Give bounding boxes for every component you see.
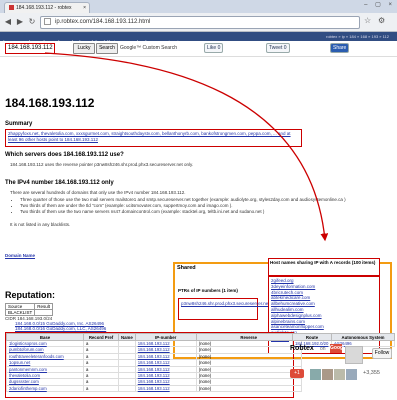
table-cell: (none) [195, 384, 302, 393]
gplus-brand-icon[interactable]: Google+ [330, 344, 350, 353]
follower-avatars [310, 367, 360, 380]
like-label: Like [207, 45, 217, 51]
divider [0, 56, 397, 57]
host-table: Base Record Pref Name IP-number Reverse … [6, 333, 302, 393]
table-header: Autonomous System [331, 333, 395, 341]
ipv4-bullet-list: Three quarter of those use the two mail … [10, 197, 375, 215]
like-count: 0 [217, 45, 221, 51]
domain-name-link[interactable]: Domain Name [5, 253, 35, 259]
follower-count: +3,355 [363, 370, 380, 376]
table-cell: a [83, 384, 119, 393]
tweet-button[interactable]: Tweet 0 [266, 43, 290, 53]
tweet-count: 0 [283, 45, 287, 51]
servers-text: 184.168.193.112 uses the reverse pointer… [10, 162, 194, 167]
table-header: Record Pref [83, 333, 119, 341]
gplus-widget: Robtex on Google+ Follow +1 +3,355 [290, 344, 392, 395]
url-text: ip.robtex.com/184.168.193.112.html [55, 19, 151, 25]
table-header: Route [292, 333, 332, 341]
facebook-like-button[interactable]: Like 0 [204, 43, 224, 53]
reputation-heading: Reputation: [5, 290, 55, 300]
avatar [334, 369, 345, 380]
summary-box: 2happyfoxs.net, thevaletolia.com, xxxsgu… [5, 129, 302, 147]
browser-tab-bar: 184.168.193.112 - robtex × – ▢ × [0, 0, 397, 14]
lucky-button[interactable]: Lucky [73, 43, 95, 54]
table-cell[interactable]: 184.168.193.112 [134, 384, 197, 393]
list-item: Two thirds of them use the two name serv… [20, 209, 375, 215]
summary-text[interactable]: 2happyfoxs.net, thevaletolia.com, xxxsgu… [6, 130, 301, 144]
back-icon[interactable]: ◀ [3, 16, 13, 27]
address-bar[interactable]: ip.robtex.com/184.168.193.112.html [40, 16, 360, 29]
search-button[interactable]: Search [96, 43, 118, 54]
ipv4-heading: The IPv4 number 184.168.193.112 only [5, 180, 114, 186]
avatar [322, 369, 333, 380]
gplus-on: on [320, 346, 326, 352]
ptr-title: PTRs of IP numbers (1 item) [178, 288, 238, 293]
site-nav: ip graph shared whois blacklists analysi… [0, 32, 397, 47]
table-header: IP-number [134, 333, 197, 341]
browser-toolbar: ◀ ▶ ↻ ip.robtex.com/184.168.193.112.html… [0, 13, 397, 32]
page-title: 184.168.193.112 [5, 96, 95, 110]
linkedin-share-button[interactable]: Share [330, 43, 350, 53]
servers-heading: Which servers does 184.168.193.112 use? [5, 152, 124, 158]
table-cell [34, 309, 54, 316]
table-header: Reverse [195, 333, 302, 341]
blacklist-text: It is not listed in any blacklists. [10, 222, 71, 227]
summary-heading: Summary [5, 121, 33, 127]
wrench-icon[interactable]: ⚙ [378, 16, 385, 25]
table-header: Name [118, 333, 136, 341]
reputation-table: Source Result BLACKLIST [4, 303, 54, 316]
table-row: 2dariofinthemp.com a 184.168.193.112 (none) [6, 384, 302, 393]
gplus-title: Robtex [290, 345, 314, 352]
table-cell[interactable]: 2dariofinthemp.com [6, 384, 84, 393]
star-icon[interactable]: ☆ [364, 16, 371, 25]
shared-title: Shared [177, 265, 196, 271]
cidr-line[interactable]: 184.168.0.0/16 GoDaddy.com, LLC, AS26496 [5, 326, 106, 331]
window-controls[interactable]: – ▢ × [364, 1, 395, 8]
page-icon [44, 17, 51, 25]
avatar [346, 369, 357, 380]
plus-one-button[interactable]: +1 [290, 369, 304, 378]
table-header: Result [34, 303, 54, 310]
table-cell: BLACKLIST [4, 309, 36, 316]
breadcrumb[interactable]: robtex » ip » 184 » 168 » 193 » 112 [326, 32, 389, 41]
avatar [310, 369, 321, 380]
google-custom-search-label: Google™ Custom Search [120, 45, 177, 51]
hosts-title: Host names sharing IP with A records (10… [268, 258, 380, 276]
avatar [345, 346, 363, 364]
ipv4-intro: There are several hundreds of domains th… [10, 190, 186, 195]
ptr-value[interactable]: p3nw8sh246.shr.prod.phx3.secureserver.ne… [178, 298, 270, 320]
search-input[interactable]: 184.168.193.112 [5, 43, 55, 54]
forward-icon[interactable]: ▶ [15, 16, 25, 27]
tweet-label: Tweet [269, 45, 283, 51]
tab-title: 184.168.193.112 - robtex [16, 5, 72, 11]
table-header: Base [6, 333, 84, 341]
follow-button[interactable]: Follow [372, 348, 392, 359]
favicon-icon [9, 5, 14, 11]
table-cell [118, 384, 136, 393]
reload-icon[interactable]: ↻ [27, 16, 37, 27]
cidr-info: CIDR 184.168.193.0/24 184.168.0.0/15 GoD… [5, 316, 106, 331]
